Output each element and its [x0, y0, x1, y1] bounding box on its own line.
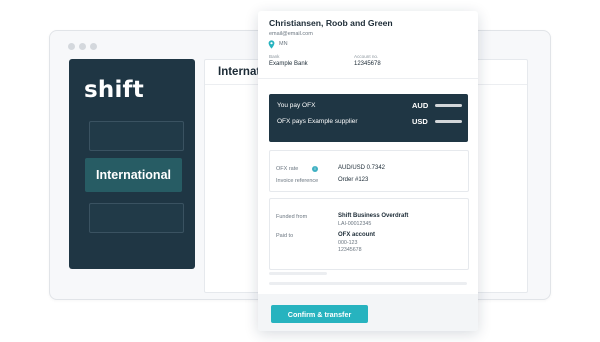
bank-label: Bank	[269, 54, 280, 59]
rate-value: AUD/USD 0.7342	[338, 165, 386, 171]
funding-details: Funded from Shift Business Overdraft LAI…	[269, 198, 469, 270]
confirm-transfer-button[interactable]: Confirm & transfer	[271, 305, 368, 323]
ofx-pays-label: OFX pays Example supplier	[277, 118, 358, 125]
info-icon[interactable]: i	[312, 166, 318, 172]
window-controls	[68, 43, 97, 50]
account-label: Account no.	[354, 54, 379, 59]
page-title: Internat	[218, 66, 261, 78]
card-footer: Confirm & transfer	[258, 294, 478, 331]
rate-details: OFX rate i AUD/USD 0.7342 Invoice refere…	[269, 150, 469, 192]
payee-location: MN	[279, 41, 288, 47]
payee-name: Christiansen, Roob and Green	[269, 18, 393, 28]
window-dot-icon[interactable]	[68, 43, 75, 50]
paid-to-bsb: 000-123	[338, 240, 358, 246]
paid-to-value: OFX account	[338, 232, 376, 238]
text-placeholder	[269, 282, 467, 285]
reference-value: Order #123	[338, 177, 369, 183]
rate-label: OFX rate	[276, 166, 299, 172]
you-pay-label: You pay OFX	[277, 102, 316, 109]
sidebar-item-placeholder[interactable]	[89, 203, 184, 233]
amount-placeholder	[435, 104, 462, 107]
text-placeholder	[269, 272, 327, 275]
sidebar-item-international[interactable]: International	[85, 158, 182, 192]
payee-email: email@email.com	[269, 31, 313, 37]
funded-from-value: Shift Business Overdraft	[338, 213, 409, 219]
divider	[258, 78, 478, 79]
payment-summary: You pay OFX AUD OFX pays Example supplie…	[269, 94, 468, 142]
ofx-pays-currency: USD	[412, 117, 428, 126]
funded-from-account: LAI-00012345	[338, 221, 372, 227]
paid-to-account: 12345678	[338, 247, 362, 253]
payment-confirmation-card: Christiansen, Roob and Green email@email…	[258, 11, 478, 331]
account-value: 12345678	[354, 61, 381, 67]
amount-placeholder	[435, 120, 462, 123]
sidebar-item-placeholder[interactable]	[89, 121, 184, 151]
bank-value: Example Bank	[269, 61, 308, 67]
funded-from-label: Funded from	[276, 214, 308, 220]
sidebar: shift International	[69, 59, 195, 269]
location-pin-icon	[268, 40, 275, 49]
window-dot-icon[interactable]	[79, 43, 86, 50]
shift-logo: shift	[84, 77, 144, 103]
reference-label: Invoice reference	[276, 178, 319, 184]
paid-to-label: Paid to	[276, 233, 294, 239]
you-pay-currency: AUD	[412, 101, 429, 110]
window-dot-icon[interactable]	[90, 43, 97, 50]
